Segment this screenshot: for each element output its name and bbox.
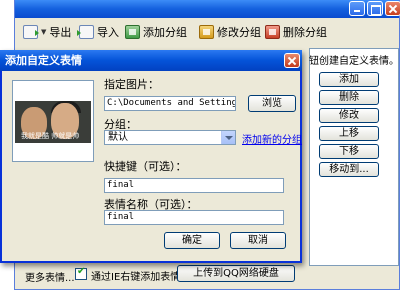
add-custom-expression-dialog: 添加自定义表情 我就是酷 帅就是帅 指定图片： C:\Documents and… [0, 50, 302, 263]
move-to-button[interactable]: 移动到... [319, 162, 379, 177]
delete-group-button[interactable]: 删除分组 [265, 23, 327, 41]
cancel-button[interactable]: 取消 [230, 232, 286, 249]
delete-expression-button[interactable]: 删除 [319, 90, 379, 105]
edit-group-label: 修改分组 [217, 26, 261, 39]
browse-button[interactable]: 浏览 [248, 95, 296, 112]
delete-group-label: 删除分组 [283, 26, 327, 39]
group-select-value: 默认 [108, 132, 128, 143]
import-icon [77, 25, 94, 39]
minimize-button[interactable] [349, 1, 365, 16]
import-label: 导入 [97, 26, 119, 39]
export-icon [23, 25, 39, 39]
ie-context-checkbox-label: 通过IE右键添加表情 [91, 272, 181, 283]
dialog-close-button[interactable] [284, 53, 300, 68]
shortcut-input[interactable]: final [104, 178, 284, 193]
image-path-input[interactable]: C:\Documents and Settings\Ge\ [104, 96, 236, 111]
toolbar: ▼ 导出 导入 添加分组 修改分组 删除分组 [15, 20, 399, 44]
edit-group-button[interactable]: 修改分组 [199, 23, 261, 41]
export-button[interactable]: ▼ 导出 [23, 23, 71, 41]
add-new-group-link[interactable]: 添加新的分组 [242, 131, 302, 146]
bottom-bar: 更多表情... 通过IE右键添加表情 上传到QQ网络硬盘 [15, 262, 399, 288]
ok-button[interactable]: 确定 [164, 232, 220, 249]
import-button[interactable]: 导入 [77, 23, 119, 41]
shortcut-label: 快捷键（可选）： [104, 160, 187, 173]
maximize-button[interactable] [367, 1, 383, 16]
window-close-button[interactable] [385, 1, 400, 16]
image-preview: 我就是酷 帅就是帅 [12, 80, 94, 162]
image-label: 指定图片： [104, 78, 159, 91]
export-label: 导出 [49, 26, 72, 39]
edit-group-icon [199, 25, 214, 39]
dialog-title: 添加自定义表情 [0, 50, 302, 71]
preview-photo: 我就是酷 帅就是帅 [15, 101, 91, 143]
preview-caption: 我就是酷 帅就是帅 [21, 132, 80, 140]
add-group-label: 添加分组 [143, 26, 187, 39]
upload-network-disk-button[interactable]: 上传到QQ网络硬盘 [177, 265, 295, 282]
add-group-button[interactable]: 添加分组 [125, 23, 187, 41]
chevron-down-icon[interactable] [221, 131, 235, 144]
hint-text: 钮创建自定义表情。 [309, 56, 399, 67]
move-down-button[interactable]: 下移 [319, 144, 379, 159]
more-expressions-link[interactable]: 更多表情... [25, 269, 75, 284]
ie-context-checkbox[interactable] [75, 266, 87, 280]
delete-group-icon [265, 25, 280, 39]
add-group-icon [125, 25, 140, 39]
edit-expression-button[interactable]: 修改 [319, 108, 379, 123]
group-select[interactable]: 默认 [104, 130, 236, 145]
window-titlebar [15, 0, 400, 18]
add-expression-button[interactable]: 添加 [319, 72, 379, 87]
expression-name-input[interactable]: final [104, 210, 284, 225]
move-up-button[interactable]: 上移 [319, 126, 379, 141]
